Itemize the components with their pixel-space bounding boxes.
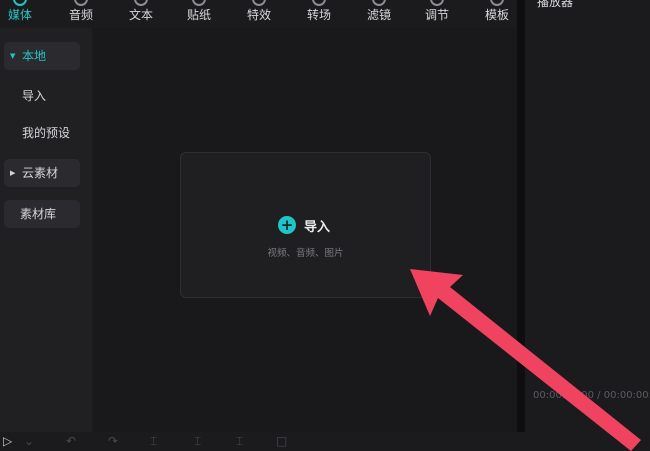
arrow-shape xyxy=(410,269,641,451)
red-arrow-annotation xyxy=(410,269,641,451)
